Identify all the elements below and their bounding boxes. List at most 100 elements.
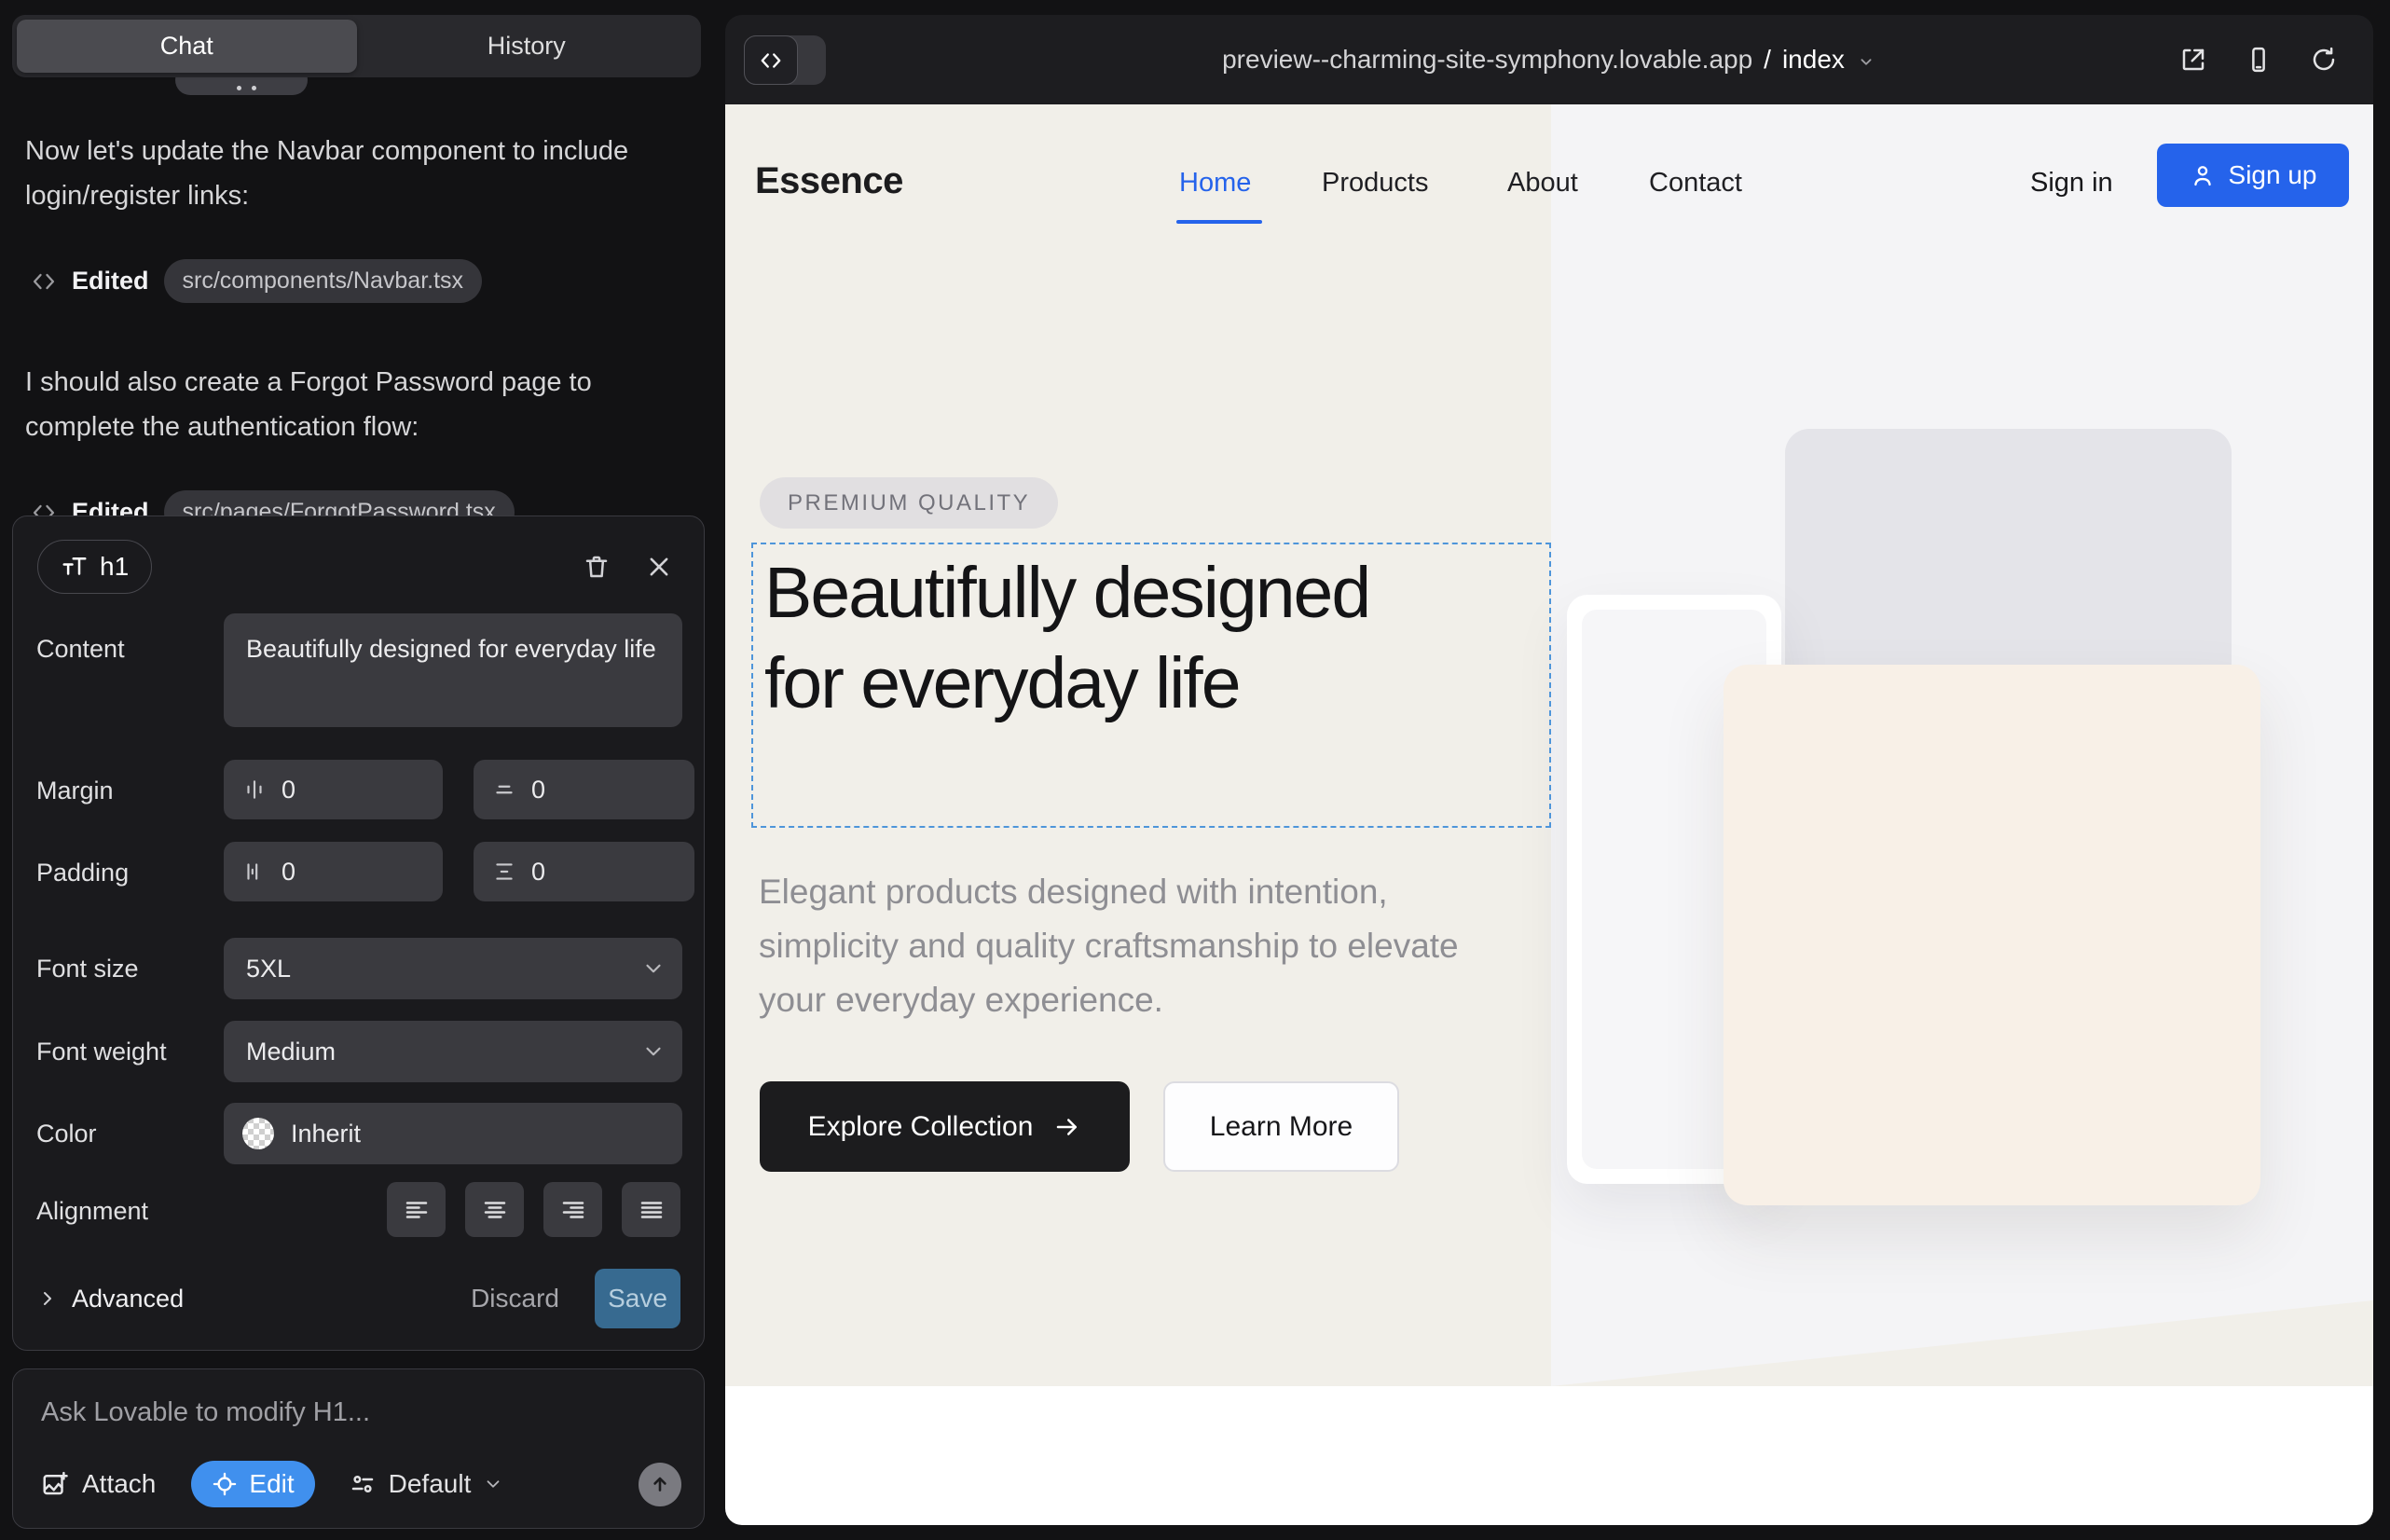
composer-input[interactable] [41, 1397, 675, 1428]
font-weight-label: Font weight [36, 1038, 167, 1066]
rendered-page: Essence Home Products About Contact Sign… [725, 104, 2373, 1525]
color-value: Inherit [291, 1120, 361, 1148]
hero-heading[interactable]: Beautifully designed for everyday life [764, 548, 1435, 729]
editor-footer: Advanced Discard Save [36, 1268, 680, 1329]
site-navbar: Essence Home Products About Contact Sign… [725, 140, 2373, 252]
margin-y-field[interactable] [474, 760, 694, 819]
chat-messages: Now let's update the Navbar component to… [25, 129, 678, 547]
element-tag-pill[interactable]: h1 [37, 540, 152, 594]
editor-header: h1 [37, 537, 680, 597]
nav-link-home[interactable]: Home [1179, 168, 1251, 199]
refresh-button[interactable] [2310, 46, 2338, 74]
attach-image-icon [41, 1470, 69, 1498]
refresh-icon [2310, 46, 2338, 74]
edited-file-row[interactable]: Edited src/components/Navbar.tsx [31, 259, 678, 303]
learn-more-button[interactable]: Learn More [1163, 1081, 1399, 1172]
send-button[interactable] [639, 1463, 681, 1506]
url-bar[interactable]: preview--charming-site-symphony.lovable.… [725, 15, 2373, 104]
cta-primary-label: Explore Collection [808, 1111, 1034, 1143]
url-separator: / [1764, 45, 1771, 75]
padding-x-field[interactable] [224, 842, 443, 901]
delete-element-button[interactable] [575, 545, 618, 588]
margin-y-input[interactable] [531, 776, 694, 804]
smartphone-icon [2245, 46, 2273, 74]
h1-selection-outline[interactable]: Beautifully designed for everyday life [751, 543, 1551, 828]
composer-toolbar: Attach Edit Default [41, 1461, 681, 1507]
trash-icon [583, 553, 611, 581]
font-size-value: 5XL [246, 955, 291, 983]
sign-up-label: Sign up [2229, 160, 2317, 190]
hero-section: Essence Home Products About Contact Sign… [725, 104, 2373, 1386]
content-label: Content [36, 635, 125, 664]
chip-dot [252, 86, 256, 90]
user-icon [2190, 162, 2216, 188]
font-size-select[interactable]: 5XL [224, 938, 682, 999]
chat-sidebar: Chat History Now let's update the Navbar… [0, 0, 725, 1540]
font-size-label: Font size [36, 955, 139, 983]
align-justify-button[interactable] [622, 1182, 680, 1237]
align-justify-icon [638, 1196, 666, 1224]
url-page: index [1782, 45, 1845, 75]
edited-label: Edited [72, 267, 149, 296]
active-nav-underline [1176, 220, 1262, 224]
align-center-button[interactable] [465, 1182, 524, 1237]
close-panel-button[interactable] [639, 546, 680, 587]
attach-label: Attach [82, 1469, 156, 1499]
chip-dot [237, 86, 241, 90]
nav-link-contact[interactable]: Contact [1649, 168, 1742, 199]
close-icon [646, 554, 672, 580]
margin-x-field[interactable] [224, 760, 443, 819]
nav-link-products[interactable]: Products [1322, 168, 1428, 199]
tab-history[interactable]: History [357, 20, 697, 73]
color-select[interactable]: Inherit [224, 1103, 682, 1164]
align-right-icon [559, 1196, 587, 1224]
margin-x-input[interactable] [282, 776, 443, 804]
content-input[interactable]: Beautifully designed for everyday life [246, 630, 660, 710]
browser-actions [2179, 15, 2338, 104]
padding-vertical-icon [492, 859, 516, 884]
padding-y-input[interactable] [531, 858, 694, 887]
arrow-right-icon [1053, 1113, 1081, 1141]
chevron-down-icon [1856, 51, 1876, 72]
mobile-view-button[interactable] [2245, 46, 2273, 74]
chevron-down-icon [641, 1039, 666, 1064]
align-left-button[interactable] [387, 1182, 446, 1237]
product-card-peach [1724, 665, 2260, 1205]
nav-link-about[interactable]: About [1507, 168, 1578, 199]
edit-mode-button[interactable]: Edit [191, 1461, 314, 1507]
mode-select[interactable]: Default [349, 1469, 504, 1499]
tab-chat[interactable]: Chat [17, 20, 357, 73]
sign-up-button[interactable]: Sign up [2157, 144, 2349, 207]
explore-collection-button[interactable]: Explore Collection [760, 1081, 1130, 1172]
content-field[interactable]: Beautifully designed for everyday life [224, 613, 682, 727]
padding-horizontal-icon [242, 859, 267, 884]
advanced-toggle[interactable]: Advanced [36, 1285, 184, 1313]
open-external-button[interactable] [2179, 46, 2207, 74]
align-left-icon [403, 1196, 431, 1224]
padding-y-field[interactable] [474, 842, 694, 901]
file-badge[interactable]: src/components/Navbar.tsx [164, 259, 483, 303]
align-center-icon [481, 1196, 509, 1224]
font-weight-select[interactable]: Medium [224, 1021, 682, 1082]
margin-label: Margin [36, 777, 114, 805]
arrow-up-icon [648, 1472, 672, 1496]
quality-badge: PREMIUM QUALITY [760, 477, 1058, 529]
preview-browser-bar: preview--charming-site-symphony.lovable.… [725, 15, 2373, 104]
external-link-icon [2179, 46, 2207, 74]
color-swatch-icon [242, 1118, 274, 1149]
sign-in-link[interactable]: Sign in [2030, 168, 2113, 199]
alignment-label: Alignment [36, 1197, 148, 1226]
margin-horizontal-icon [242, 777, 267, 802]
padding-x-input[interactable] [282, 858, 443, 887]
preview-window: preview--charming-site-symphony.lovable.… [725, 15, 2373, 1525]
site-brand[interactable]: Essence [755, 160, 903, 202]
advanced-label: Advanced [72, 1285, 184, 1313]
code-icon [31, 268, 57, 295]
discard-button[interactable]: Discard [471, 1284, 559, 1313]
typography-icon [61, 553, 89, 581]
padding-label: Padding [36, 859, 129, 887]
align-right-button[interactable] [543, 1182, 602, 1237]
font-weight-value: Medium [246, 1038, 336, 1066]
attach-button[interactable]: Attach [41, 1469, 156, 1499]
save-button[interactable]: Save [595, 1269, 680, 1328]
